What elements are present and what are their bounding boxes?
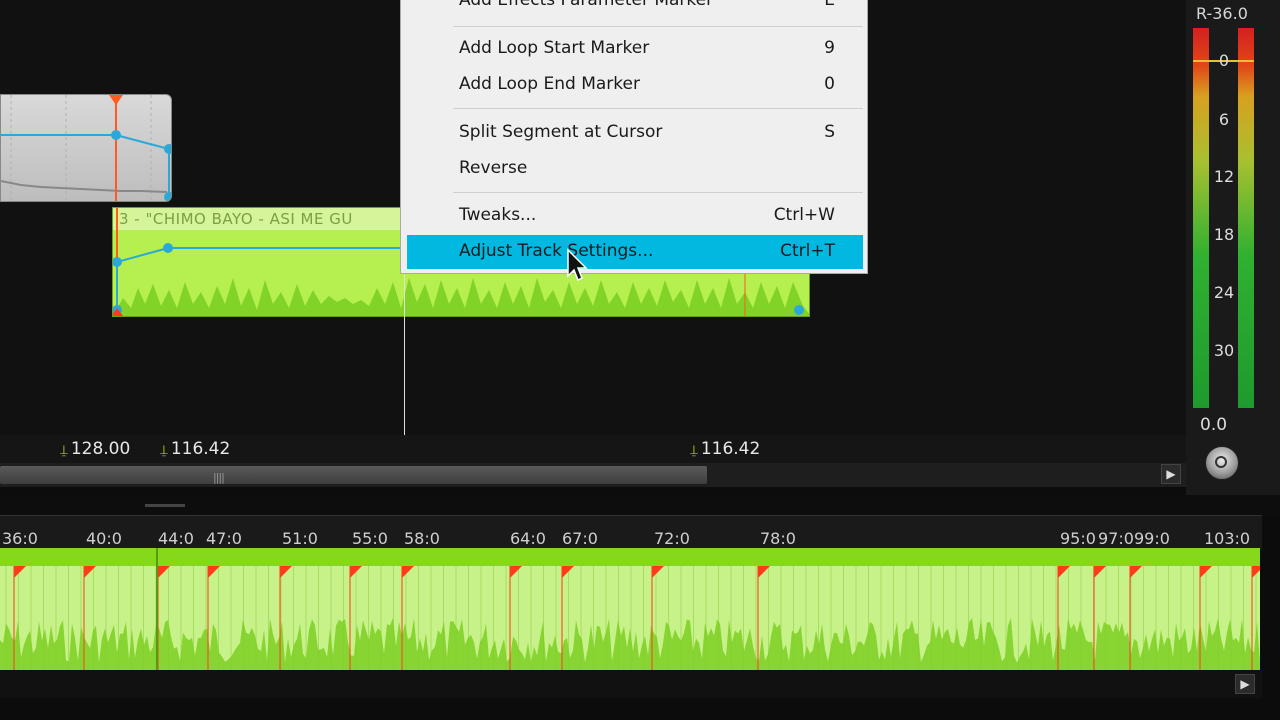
- segment-waveform-grey: [1, 95, 171, 201]
- marker-pin-icon: ⍊: [160, 443, 168, 458]
- menu-item-tweaks[interactable]: Tweaks... Ctrl+W: [407, 199, 863, 233]
- playhead-line: [404, 274, 405, 436]
- context-menu: Add Effects Parameter Marker E Add Loop …: [400, 0, 868, 274]
- marker-bpm-3[interactable]: ⍊ 116.42: [690, 439, 760, 459]
- ruler-label: 47:0: [206, 529, 242, 548]
- meter-bar-left: [1193, 28, 1209, 408]
- ruler-label: 97:0: [1098, 529, 1134, 548]
- ruler-label: 36:0: [2, 529, 38, 548]
- marker-pin-icon: ⍊: [60, 443, 68, 458]
- mouse-cursor-icon: [567, 248, 588, 282]
- beat-marker-flag: [84, 566, 96, 578]
- ruler-label: 78:0: [760, 529, 796, 548]
- ruler-label: 40:0: [86, 529, 122, 548]
- ruler-label: 58:0: [404, 529, 440, 548]
- menu-item-add-effects-parameter-marker[interactable]: Add Effects Parameter Marker E: [407, 0, 863, 18]
- ruler-label: 72:0: [654, 529, 690, 548]
- beat-marker-flag: [280, 566, 292, 578]
- menu-item-reverse[interactable]: Reverse: [407, 152, 863, 186]
- ruler-label: 95:0: [1060, 529, 1096, 548]
- menu-item-split-segment[interactable]: Split Segment at Cursor S: [407, 116, 863, 150]
- overview-waveform-path: [0, 618, 1260, 670]
- menu-item-add-loop-start-marker[interactable]: Add Loop Start Marker 9: [407, 32, 863, 66]
- menu-separator: [453, 192, 863, 193]
- volume-knob[interactable]: [1205, 446, 1239, 480]
- ruler-label: 55:0: [352, 529, 388, 548]
- scroll-right-button[interactable]: ▶: [1161, 464, 1181, 484]
- marker-bar: ⍊ 128.00 ⍊ 116.42 ⍊ 116.42: [0, 435, 1186, 463]
- overview-header-bar: [0, 548, 1260, 566]
- menu-separator: [453, 108, 863, 109]
- ruler-label: 64:0: [510, 529, 546, 548]
- marker-bpm-2[interactable]: ⍊ 116.42: [160, 439, 230, 459]
- beat-marker-flag: [402, 566, 414, 578]
- ruler-label: 67:0: [562, 529, 598, 548]
- meter-label: R-36.0: [1196, 4, 1248, 23]
- beat-marker-flag: [1094, 566, 1106, 578]
- overview-ruler[interactable]: 36:0 40:0 44:0 47:0 51:0 55:0 58:0 64:0 …: [0, 515, 1262, 549]
- overview-scroll-right-button[interactable]: ▶: [1235, 674, 1255, 694]
- meter-tick: 12: [1213, 167, 1235, 186]
- beat-marker-flag: [652, 566, 664, 578]
- meter-tick: 30: [1213, 341, 1235, 360]
- scrollbar-thumb[interactable]: ||||: [0, 466, 707, 484]
- overview-scrollbar[interactable]: [0, 670, 1262, 698]
- scroll-right-icon: ▶: [1240, 677, 1250, 691]
- meter-bar-right: [1238, 28, 1254, 408]
- beat-marker-flag: [510, 566, 522, 578]
- meter-tick: 24: [1213, 283, 1235, 302]
- beat-marker-flag: [1130, 566, 1142, 578]
- ruler-label: 99:0: [1134, 529, 1170, 548]
- meter-tick: 18: [1213, 225, 1235, 244]
- menu-item-add-loop-end-marker[interactable]: Add Loop End Marker 0: [407, 68, 863, 102]
- overview-waveform: [0, 566, 1260, 670]
- overview-track[interactable]: [0, 548, 1260, 670]
- marker-pin-icon: ⍊: [690, 443, 698, 458]
- ruler-label: 44:0: [158, 529, 194, 548]
- overview-playhead: [156, 548, 158, 670]
- divider-grip-icon: [145, 504, 185, 507]
- grip-icon: ||||: [213, 471, 225, 484]
- menu-separator: [453, 26, 863, 27]
- meter-tick: 6: [1218, 110, 1230, 129]
- menu-item-adjust-track-settings[interactable]: Adjust Track Settings... Ctrl+T: [407, 235, 863, 269]
- panel-divider[interactable]: [0, 495, 1280, 515]
- scroll-right-icon: ▶: [1166, 467, 1176, 481]
- audio-segment-previous[interactable]: [0, 94, 172, 202]
- marker-bpm-1[interactable]: ⍊ 128.00: [60, 439, 130, 459]
- meter-value: 0.0: [1200, 415, 1228, 435]
- ruler-label: 103:0: [1204, 529, 1251, 548]
- ruler-label: 51:0: [282, 529, 318, 548]
- meter-tick: 0: [1218, 51, 1230, 70]
- beat-marker-flag: [14, 566, 26, 578]
